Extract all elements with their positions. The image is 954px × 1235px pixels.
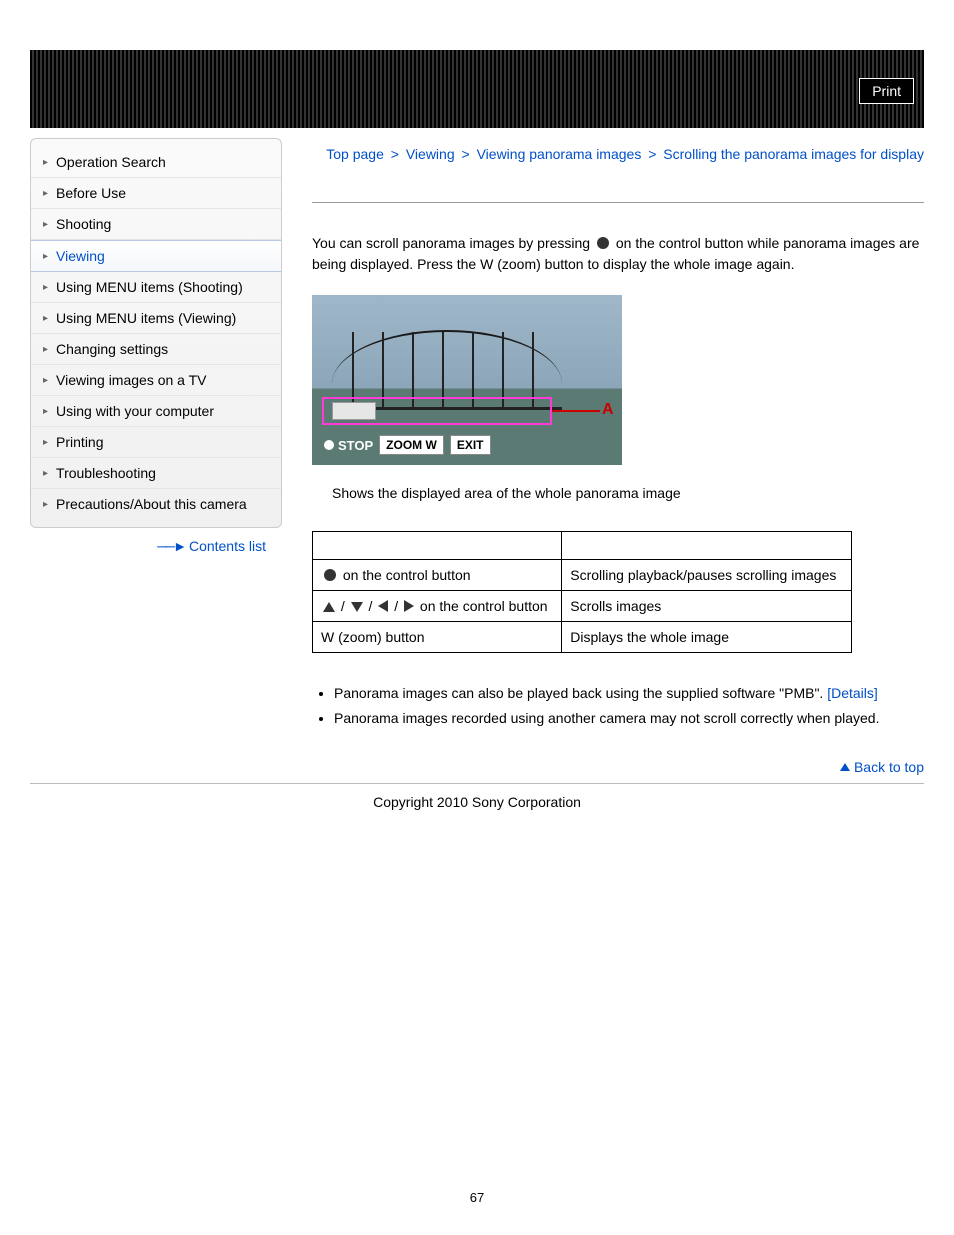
osd-exit: EXIT: [450, 435, 491, 455]
sidebar-item-before-use[interactable]: ▸ Before Use: [31, 178, 281, 209]
callout-line: [552, 410, 600, 412]
sidebar-item-precautions[interactable]: ▸ Precautions/About this camera: [31, 489, 281, 519]
breadcrumb: Top page > Viewing > Viewing panorama im…: [312, 146, 924, 162]
down-arrow-icon: [351, 602, 363, 612]
breadcrumb-l2[interactable]: Viewing panorama images: [477, 146, 642, 162]
intro-text-a: You can scroll panorama images by pressi…: [312, 235, 590, 251]
sidebar-item-label: Viewing: [56, 248, 105, 264]
table-cell-action: Scrolling playback/pauses scrolling imag…: [562, 560, 852, 591]
center-button-icon: [597, 237, 609, 249]
breadcrumb-l1[interactable]: Viewing: [406, 146, 455, 162]
sidebar-item-viewing[interactable]: ▸ Viewing: [31, 240, 281, 272]
table-row: / / / on the control button Scrolls imag…: [313, 591, 852, 622]
sidebar-item-label: Precautions/About this camera: [56, 496, 247, 512]
print-button[interactable]: Print: [859, 78, 914, 104]
breadcrumb-sep: >: [648, 146, 656, 162]
caret-right-icon: ▸: [43, 157, 48, 168]
copyright-text: Copyright 2010 Sony Corporation: [0, 794, 954, 810]
table-row: W (zoom) button Displays the whole image: [313, 622, 852, 653]
sidebar-item-troubleshooting[interactable]: ▸ Troubleshooting: [31, 458, 281, 489]
display-area-indicator: [332, 402, 376, 420]
caret-right-icon: ▸: [43, 219, 48, 230]
control-text: on the control button: [343, 567, 471, 583]
breadcrumb-sep: >: [462, 146, 470, 162]
caret-right-icon: ▸: [43, 437, 48, 448]
table-cell-action: Scrolls images: [562, 591, 852, 622]
breadcrumb-top[interactable]: Top page: [326, 146, 384, 162]
left-arrow-icon: [378, 600, 388, 612]
sidebar-item-label: Printing: [56, 434, 103, 450]
caret-right-icon: ▸: [43, 313, 48, 324]
sidebar-item-label: Troubleshooting: [56, 465, 156, 481]
table-cell-control: / / / on the control button: [313, 591, 562, 622]
table-cell-control: W (zoom) button: [313, 622, 562, 653]
notes-list: Panorama images can also be played back …: [334, 683, 924, 729]
sidebar-item-label: Viewing images on a TV: [56, 372, 206, 388]
caret-right-icon: ▸: [43, 251, 48, 262]
osd-zoom: ZOOM W: [379, 435, 444, 455]
sidebar-item-changing-settings[interactable]: ▸ Changing settings: [31, 334, 281, 365]
sidebar-item-label: Operation Search: [56, 154, 166, 170]
sidebar-item-label: Using MENU items (Viewing): [56, 310, 236, 326]
osd-stop: STOP: [324, 438, 373, 453]
sidebar-item-menu-viewing[interactable]: ▸ Using MENU items (Viewing): [31, 303, 281, 334]
callout-label: A: [602, 401, 614, 419]
back-to-top-label: Back to top: [854, 759, 924, 775]
sidebar-item-menu-shooting[interactable]: ▸ Using MENU items (Shooting): [31, 272, 281, 303]
right-arrow-icon: [404, 600, 414, 612]
up-arrow-icon: [840, 763, 850, 771]
details-link[interactable]: [Details]: [827, 685, 878, 701]
illustration-caption: Shows the displayed area of the whole pa…: [332, 485, 924, 501]
intro-paragraph: You can scroll panorama images by pressi…: [312, 233, 924, 275]
panorama-illustration: A STOP ZOOM W EXIT: [312, 295, 622, 465]
note-item: Panorama images can also be played back …: [334, 683, 924, 704]
contents-list-link[interactable]: ──►Contents list: [30, 528, 282, 556]
table-row: on the control button Scrolling playback…: [313, 560, 852, 591]
caret-right-icon: ▸: [43, 499, 48, 510]
horizontal-rule: [312, 202, 924, 203]
main-content: Top page > Viewing > Viewing panorama im…: [282, 138, 924, 781]
table-header-row: [313, 532, 852, 560]
breadcrumb-current: Scrolling the panorama images for displa…: [663, 146, 924, 162]
osd-bar: STOP ZOOM W EXIT: [324, 435, 491, 455]
stop-dot-icon: [324, 440, 334, 450]
sidebar-item-label: Changing settings: [56, 341, 168, 357]
controls-table: on the control button Scrolling playback…: [312, 531, 852, 653]
sidebar-item-printing[interactable]: ▸ Printing: [31, 427, 281, 458]
caret-right-icon: ▸: [43, 188, 48, 199]
sidebar-item-shooting[interactable]: ▸ Shooting: [31, 209, 281, 240]
back-to-top-link[interactable]: Back to top: [312, 759, 924, 781]
sidebar-item-label: Using with your computer: [56, 403, 214, 419]
table-cell-control: on the control button: [313, 560, 562, 591]
note-item: Panorama images recorded using another c…: [334, 708, 924, 729]
display-area-frame: [322, 397, 552, 425]
footer-rule: [30, 783, 924, 784]
arrow-right-icon: ──►: [157, 538, 185, 554]
sidebar: ▸Operation Search ▸Before Use ▸Shooting …: [30, 138, 282, 528]
sidebar-item-tv[interactable]: ▸ Viewing images on a TV: [31, 365, 281, 396]
sidebar-item-operation-search[interactable]: ▸ Operation Search: [31, 147, 281, 178]
caret-right-icon: ▸: [43, 468, 48, 479]
breadcrumb-sep: >: [391, 146, 399, 162]
contents-list-label: Contents list: [189, 538, 266, 554]
caret-right-icon: ▸: [43, 344, 48, 355]
sidebar-item-label: Shooting: [56, 216, 111, 232]
caret-right-icon: ▸: [43, 406, 48, 417]
note-text: Panorama images can also be played back …: [334, 685, 823, 701]
bridge-icon: [332, 330, 562, 390]
sidebar-item-label: Using MENU items (Shooting): [56, 279, 243, 295]
caret-right-icon: ▸: [43, 282, 48, 293]
sidebar-item-label: Before Use: [56, 185, 126, 201]
page-number: 67: [0, 1190, 954, 1205]
center-button-icon: [324, 569, 336, 581]
caret-right-icon: ▸: [43, 375, 48, 386]
header-bar: Print: [30, 50, 924, 128]
up-arrow-icon: [323, 602, 335, 612]
sidebar-item-computer[interactable]: ▸ Using with your computer: [31, 396, 281, 427]
control-text: on the control button: [420, 598, 548, 614]
table-cell-action: Displays the whole image: [562, 622, 852, 653]
osd-stop-label: STOP: [338, 438, 373, 453]
